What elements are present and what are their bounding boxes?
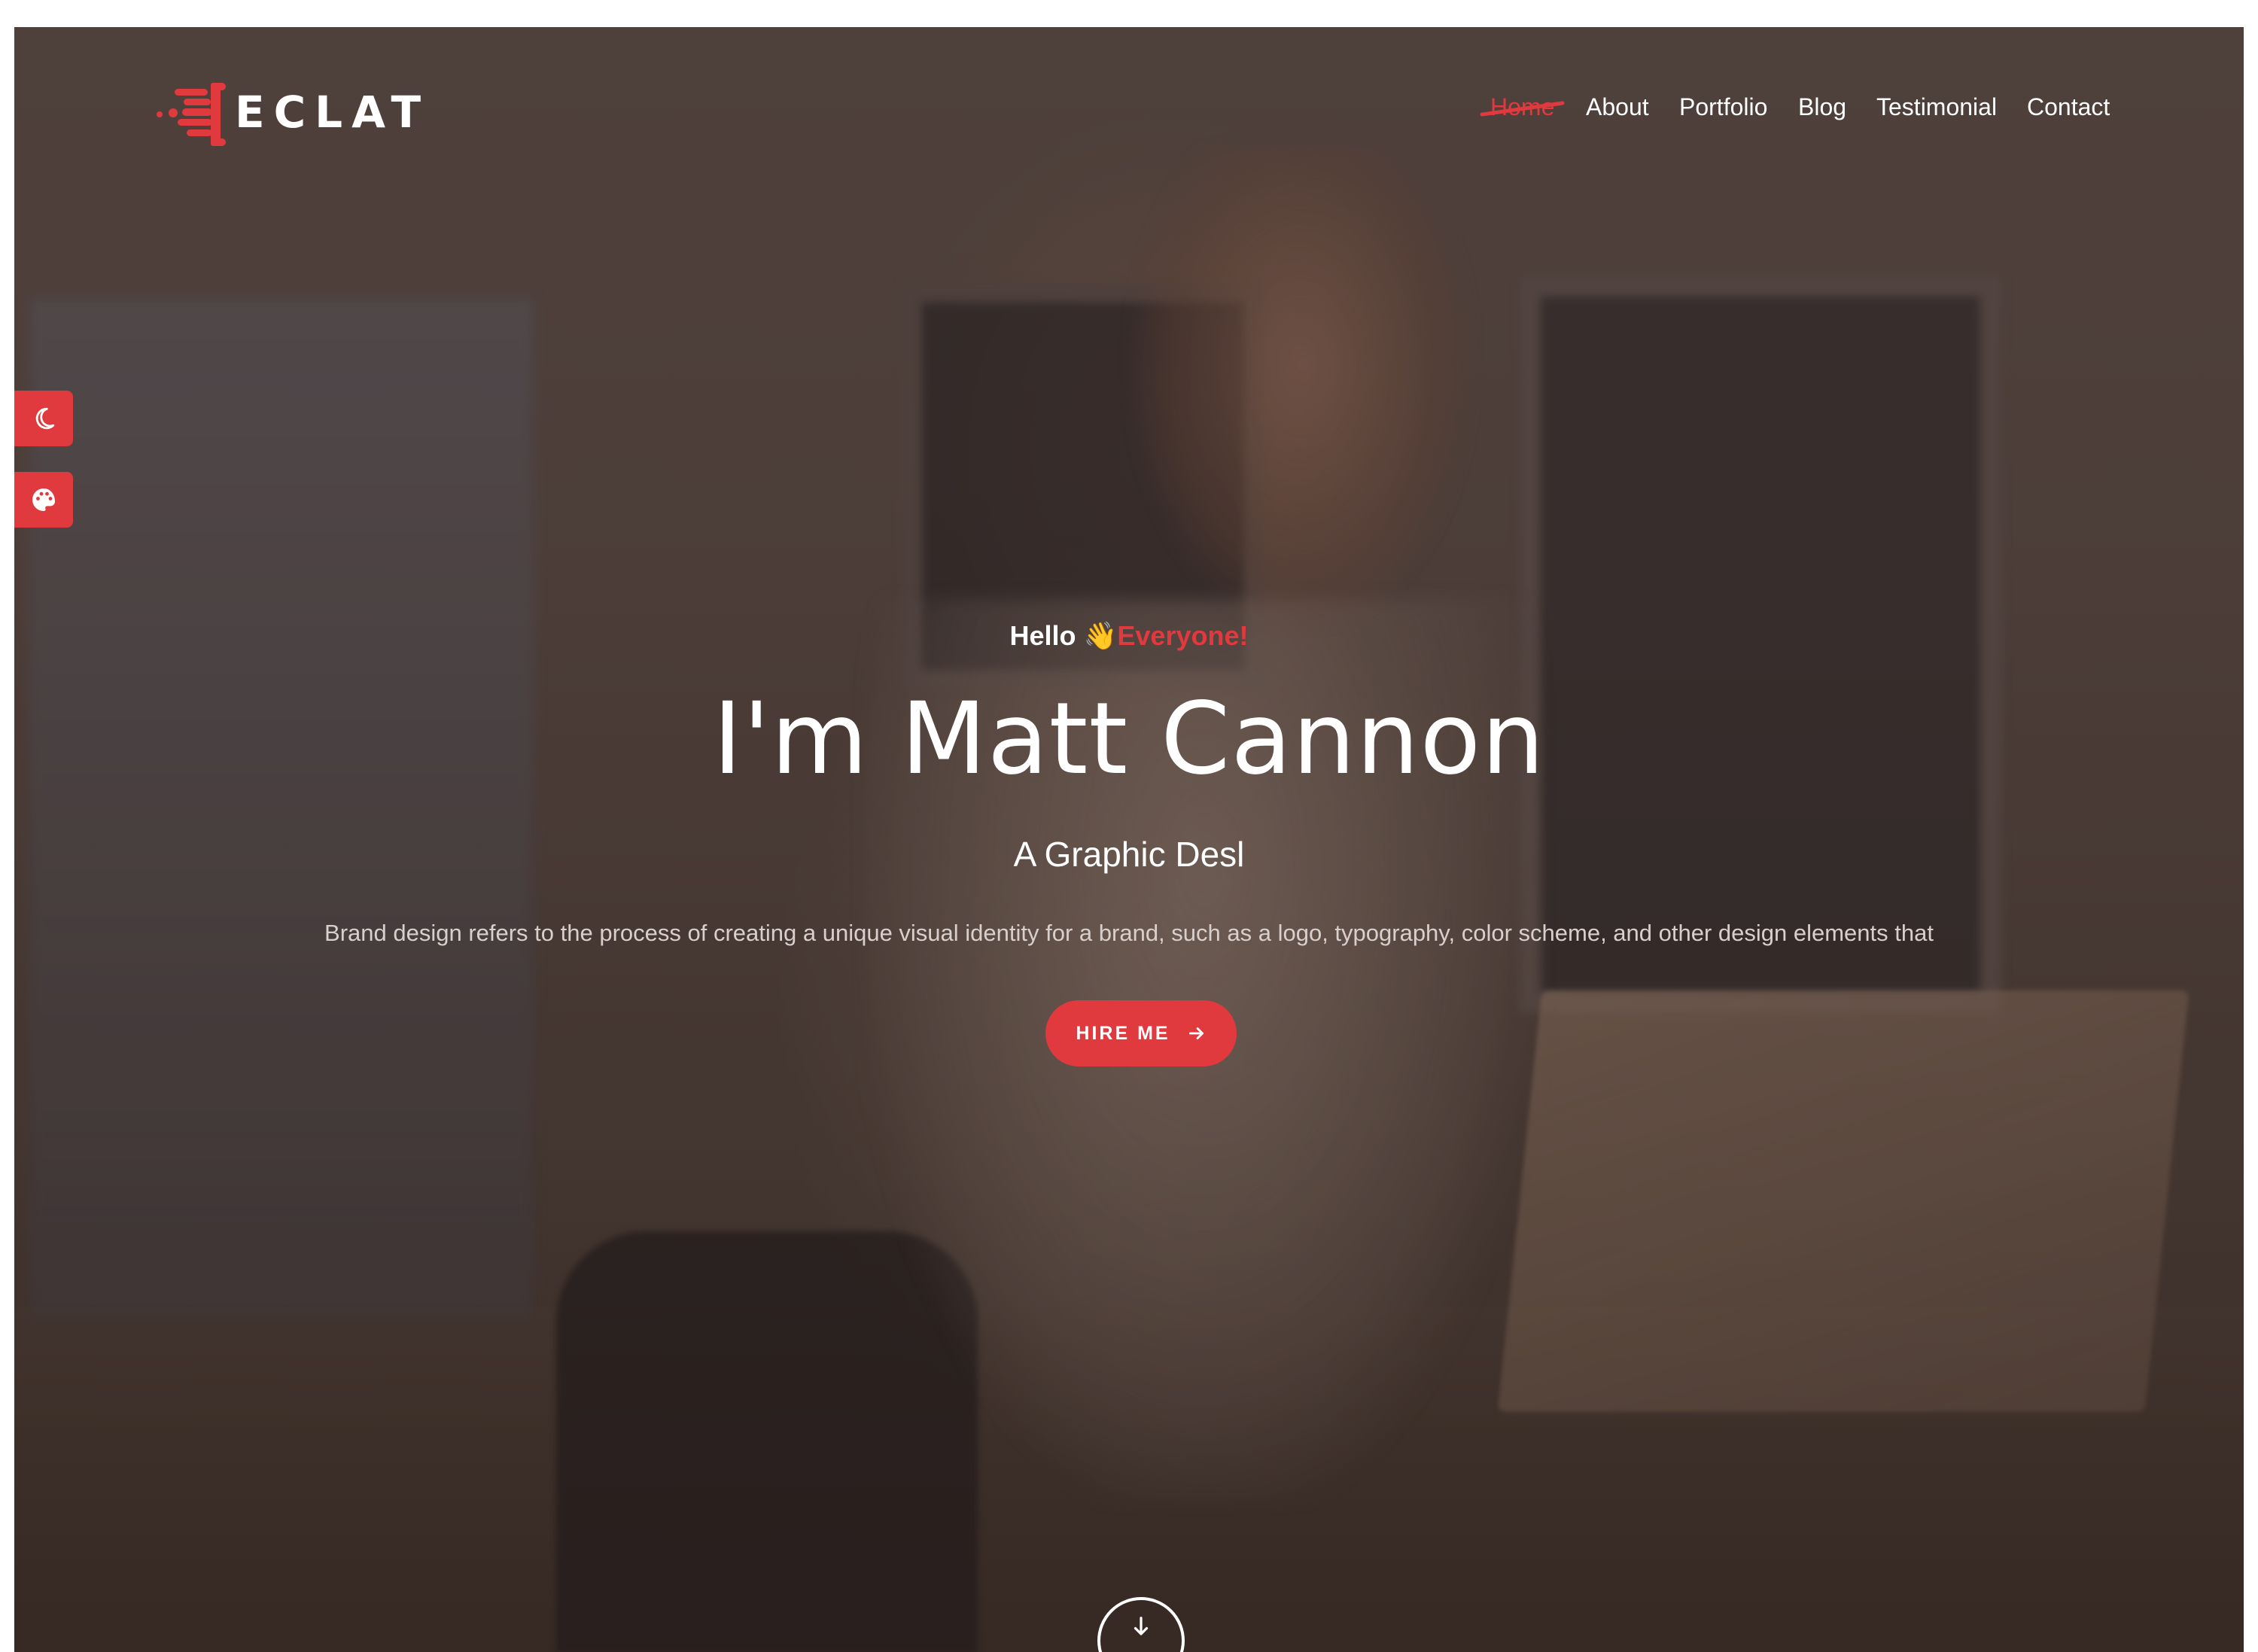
dark-mode-toggle[interactable] <box>14 391 73 446</box>
site-logo[interactable]: ECLAT <box>152 78 430 146</box>
greeting-accent: Everyone! <box>1117 620 1249 651</box>
color-palette-toggle[interactable] <box>14 472 73 528</box>
hero-subtitle: A Graphic Desl <box>1013 835 1245 874</box>
logo-mark-icon <box>152 78 227 146</box>
nav-testimonial[interactable]: Testimonial <box>1876 93 1997 121</box>
hero-greeting: Hello 👋Everyone! <box>14 620 2244 652</box>
greeting-text: Hello <box>1009 620 1076 651</box>
palette-icon <box>32 488 55 511</box>
hire-me-button[interactable]: HIRE ME <box>1045 1000 1237 1066</box>
nav-portfolio[interactable]: Portfolio <box>1679 93 1767 121</box>
hero-description: Brand design refers to the process of cr… <box>324 920 1934 946</box>
arrow-right-icon <box>1188 1027 1204 1039</box>
waving-hand-icon: 👋 <box>1083 620 1118 651</box>
arrow-down-icon <box>1134 1617 1149 1635</box>
moon-icon <box>35 407 55 430</box>
nav-home[interactable]: Home <box>1490 93 1554 121</box>
nav-blog[interactable]: Blog <box>1798 93 1846 121</box>
hero-title: I'm Matt Cannon <box>713 681 1545 797</box>
logo-text: ECLAT <box>235 87 431 138</box>
nav-about[interactable]: About <box>1586 93 1649 121</box>
nav-contact[interactable]: Contact <box>2027 93 2110 121</box>
hire-me-label: HIRE ME <box>1076 1022 1170 1044</box>
